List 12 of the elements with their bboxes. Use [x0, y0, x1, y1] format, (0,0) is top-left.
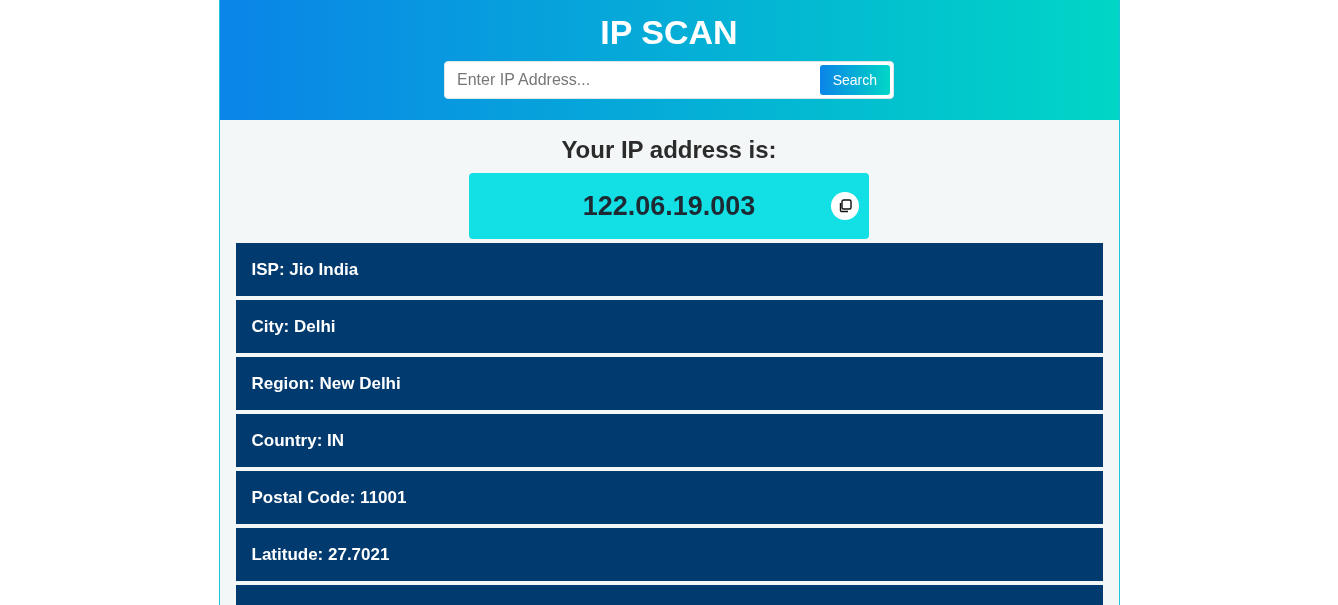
info-row: Latitude: 27.7021	[235, 528, 1103, 581]
info-row: Country: IN	[235, 414, 1103, 467]
ip-heading: Your IP address is:	[560, 136, 778, 164]
info-row: Postal Code: 11001	[235, 471, 1103, 524]
info-row: Region: New Delhi	[235, 357, 1103, 410]
site-title: IP SCAN	[599, 12, 739, 52]
ip-address: 122.06.19.003	[582, 189, 756, 223]
search-button[interactable]: Search	[819, 65, 890, 95]
search-field[interactable]: Enter IP Address... Search	[444, 61, 894, 99]
info-row: City: Delhi	[235, 300, 1103, 353]
info-row: ISP: Jio India	[235, 243, 1103, 296]
copy-icon[interactable]	[831, 192, 859, 220]
